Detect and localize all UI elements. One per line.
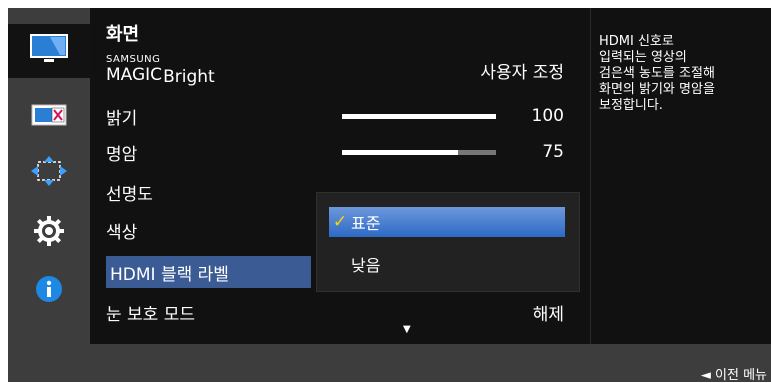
menu-title: 화면 [106, 24, 140, 45]
dropdown-option-low[interactable]: 낮음 [329, 249, 565, 279]
menu-item-hdmi-black-level[interactable]: HDMI 블랙 라벨 [106, 256, 311, 288]
osd-window: 화면 SAMSUNG MAGIC Bright 사용자 조정 밝기 100 명암 [8, 8, 771, 383]
info-icon [35, 275, 63, 307]
brightness-value: 100 [531, 106, 564, 126]
contrast-value: 75 [542, 142, 564, 162]
menu-item-contrast[interactable]: 명암 75 [106, 136, 574, 168]
sidebar-item-settings[interactable] [8, 206, 90, 260]
checkmark-icon: ✓ [332, 212, 348, 232]
position-icon [29, 155, 69, 191]
sharpness-label: 선명도 [106, 184, 153, 205]
brightness-bar-fill [342, 114, 496, 119]
color-label: 색상 [106, 222, 138, 243]
sidebar [8, 8, 90, 344]
sidebar-item-info[interactable] [8, 264, 90, 318]
hdmi-black-level-label: HDMI 블랙 라벨 [110, 264, 229, 285]
eye-saver-mode-label: 눈 보호 모드 [106, 304, 196, 325]
contrast-bar[interactable] [342, 150, 496, 155]
contrast-label: 명암 [106, 144, 138, 165]
contrast-bar-fill [342, 150, 458, 155]
sidebar-item-position[interactable] [8, 146, 90, 200]
dropdown-option-label: 낮음 [351, 256, 381, 275]
scroll-down-arrow-icon[interactable]: ▼ [403, 324, 411, 335]
sidebar-item-picture[interactable] [8, 24, 90, 78]
hdmi-black-level-dropdown: ✓ 표준 낮음 [316, 192, 580, 292]
dropdown-option-label: 표준 [351, 214, 381, 233]
picture-menu: 화면 SAMSUNG MAGIC Bright 사용자 조정 밝기 100 명암 [90, 8, 590, 344]
menu-item-magic-bright[interactable]: SAMSUNG MAGIC Bright 사용자 조정 [106, 54, 574, 86]
brightness-label: 밝기 [106, 108, 138, 129]
magic-bright-label: SAMSUNG MAGIC Bright [106, 54, 215, 87]
menu-item-brightness[interactable]: 밝기 100 [106, 100, 574, 132]
samsung-wordmark: SAMSUNG [106, 54, 161, 65]
menu-item-eye-saver-mode[interactable]: 눈 보호 모드 해제 [106, 296, 574, 328]
help-panel: HDMI 신호로 입력되는 영상의 검은색 농도를 조절해 화면의 밝기와 명암… [590, 8, 771, 344]
dropdown-option-normal[interactable]: ✓ 표준 [329, 207, 565, 237]
settings-gear-icon [34, 216, 64, 250]
help-text: HDMI 신호로 입력되는 영상의 검은색 농도를 조절해 화면의 밝기와 명암… [599, 34, 715, 113]
sidebar-item-screen-adjust[interactable] [8, 90, 90, 144]
picture-icon [30, 34, 68, 68]
magic-wordmark: MAGIC [106, 65, 163, 85]
magic-bright-value: 사용자 조정 [480, 62, 564, 83]
bright-wordmark: Bright [163, 67, 215, 87]
brightness-bar[interactable] [342, 114, 496, 119]
back-menu-button[interactable]: ◄ 이전 메뉴 [701, 364, 767, 383]
screen-adjust-icon [31, 104, 67, 130]
footer-bar: ◄ 이전 메뉴 [8, 344, 771, 383]
eye-saver-mode-value: 해제 [532, 304, 564, 325]
